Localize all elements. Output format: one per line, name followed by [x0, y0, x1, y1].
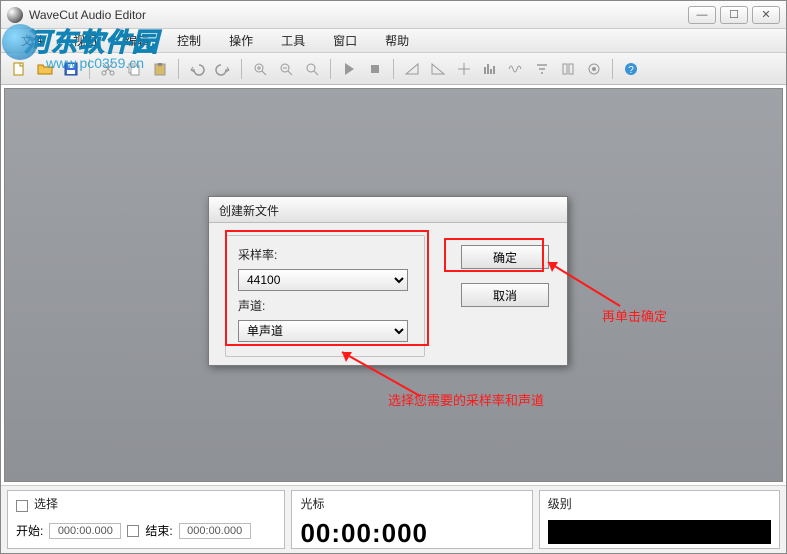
fade-in-icon[interactable]: [400, 57, 424, 81]
sample-rate-label: 采样率:: [238, 246, 412, 263]
start-time[interactable]: 000:00.000: [49, 523, 121, 539]
menu-control[interactable]: 控制: [163, 29, 215, 52]
zoom-in-icon[interactable]: [248, 57, 272, 81]
close-button[interactable]: ✕: [752, 6, 780, 24]
fade-out-icon[interactable]: [426, 57, 450, 81]
new-file-dialog: 创建新文件 采样率: 44100 声道: 单声道 确定 取消: [208, 196, 568, 366]
redo-icon[interactable]: [211, 57, 235, 81]
play-icon[interactable]: [337, 57, 361, 81]
copy-icon[interactable]: [122, 57, 146, 81]
titlebar: WaveCut Audio Editor — ☐ ✕: [1, 1, 786, 29]
start-label: 开始:: [16, 522, 43, 539]
level-label: 级别: [548, 495, 771, 512]
paste-icon[interactable]: [148, 57, 172, 81]
zoom-fit-icon[interactable]: [300, 57, 324, 81]
svg-text:?: ?: [628, 65, 634, 76]
cancel-button[interactable]: 取消: [461, 283, 549, 307]
menu-view[interactable]: 视图: [59, 29, 111, 52]
menu-help[interactable]: 帮助: [371, 29, 423, 52]
menubar: 文件 视图 编辑 控制 操作 工具 窗口 帮助: [1, 29, 786, 53]
cursor-time: 00:00:000: [300, 518, 428, 549]
save-icon[interactable]: [59, 57, 83, 81]
menu-tools[interactable]: 工具: [267, 29, 319, 52]
end-time[interactable]: 000:00.000: [179, 523, 251, 539]
effect1-icon[interactable]: [556, 57, 580, 81]
menu-edit[interactable]: 编辑: [111, 29, 163, 52]
filter-icon[interactable]: [530, 57, 554, 81]
app-title: WaveCut Audio Editor: [29, 8, 146, 22]
cut-icon[interactable]: [96, 57, 120, 81]
dialog-fieldset: 采样率: 44100 声道: 单声道: [225, 235, 425, 357]
channel-select[interactable]: 单声道: [238, 320, 408, 342]
toolbar: ?: [1, 53, 786, 85]
normalize-icon[interactable]: [452, 57, 476, 81]
selection-panel: 选择 开始: 000:00.000 结束: 000:00.000: [7, 490, 285, 549]
effect2-icon[interactable]: [582, 57, 606, 81]
selection-label: 选择: [34, 495, 58, 512]
level-panel: 级别: [539, 490, 780, 549]
end-label: 结束:: [145, 522, 172, 539]
cursor-panel: 光标 00:00:000: [291, 490, 532, 549]
range-checkbox[interactable]: [127, 525, 139, 537]
eq-icon[interactable]: [478, 57, 502, 81]
help-icon[interactable]: ?: [619, 57, 643, 81]
ok-button[interactable]: 确定: [461, 245, 549, 269]
selection-checkbox[interactable]: [16, 500, 28, 512]
maximize-button[interactable]: ☐: [720, 6, 748, 24]
new-file-icon[interactable]: [7, 57, 31, 81]
wave-icon[interactable]: [504, 57, 528, 81]
sample-rate-select[interactable]: 44100: [238, 269, 408, 291]
undo-icon[interactable]: [185, 57, 209, 81]
level-meter: [548, 520, 771, 544]
open-file-icon[interactable]: [33, 57, 57, 81]
app-icon: [7, 7, 23, 23]
menu-file[interactable]: 文件: [7, 29, 59, 52]
statusbar: 选择 开始: 000:00.000 结束: 000:00.000 光标 00:0…: [1, 485, 786, 553]
menu-operate[interactable]: 操作: [215, 29, 267, 52]
dialog-title: 创建新文件: [209, 197, 567, 223]
zoom-out-icon[interactable]: [274, 57, 298, 81]
menu-window[interactable]: 窗口: [319, 29, 371, 52]
stop-icon[interactable]: [363, 57, 387, 81]
cursor-label: 光标: [300, 495, 324, 512]
channel-label: 声道:: [238, 297, 412, 314]
minimize-button[interactable]: —: [688, 6, 716, 24]
